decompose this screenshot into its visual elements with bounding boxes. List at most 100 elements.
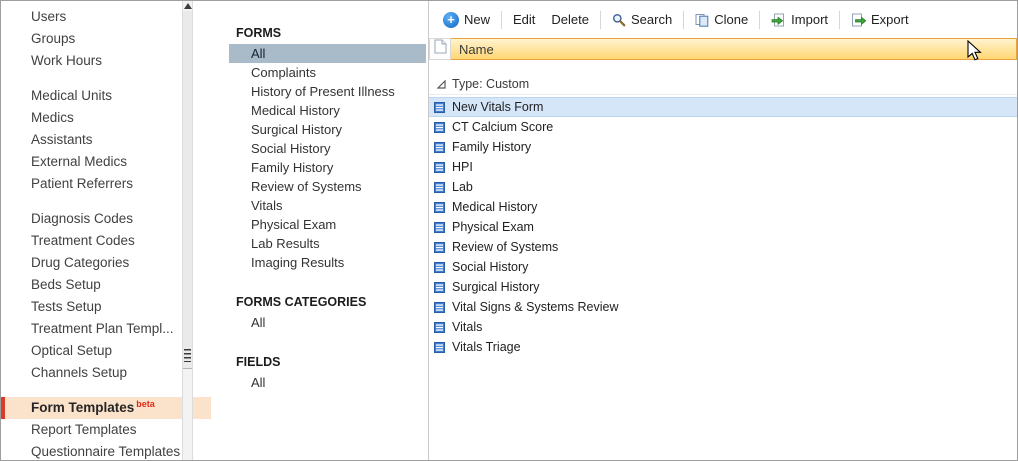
search-button[interactable]: Search (604, 9, 680, 30)
toolbar-separator (683, 11, 684, 29)
form-icon (434, 262, 445, 273)
toolbar-button-label: New (464, 12, 490, 27)
name-column-header[interactable]: Name (451, 38, 1017, 60)
sidebar-item-label: Medics (31, 110, 74, 125)
filter-item-forms-complaints[interactable]: Complaints (229, 63, 426, 82)
sidebar-item-beds-setup[interactable]: Beds Setup (1, 274, 211, 296)
group-expand-icon (437, 80, 446, 89)
filter-item-fields-all[interactable]: All (229, 373, 426, 392)
form-icon (434, 242, 445, 253)
sidebar-item-label: Groups (31, 31, 75, 46)
sidebar-group: Medical Units Medics AssistantsExternal Me… (1, 85, 211, 195)
filters-panel: FORMSAllComplaintsHistory of Present Ill… (211, 1, 429, 460)
filter-item-forms-history-of-present-illness[interactable]: History of Present Illness (229, 82, 426, 101)
table-row[interactable]: Lab (429, 177, 1017, 197)
filter-item-forms-review-of-systems[interactable]: Review of Systems (229, 177, 426, 196)
sidebar-item-label: Diagnosis Codes (31, 211, 133, 226)
row-icon-column-header[interactable] (429, 38, 451, 60)
filter-section-title: FORMS CATEGORIES (229, 294, 428, 310)
row-label: Vitals Triage (452, 340, 521, 354)
table-row[interactable]: Vital Signs & Systems Review (429, 297, 1017, 317)
import-button[interactable]: Import (763, 9, 836, 30)
table-row[interactable]: Medical History (429, 197, 1017, 217)
sidebar-item-label: Users (31, 9, 66, 24)
sidebar-item-medical-units[interactable]: Medical Units (1, 85, 211, 107)
table-row[interactable]: Vitals (429, 317, 1017, 337)
toolbar-button-label: Delete (551, 12, 589, 27)
clone-button[interactable]: Clone (687, 9, 756, 30)
row-label: Physical Exam (452, 220, 534, 234)
sidebar-item-channels-setup[interactable]: Channels Setup (1, 362, 211, 384)
sidebar-item-label: Optical Setup (31, 343, 112, 358)
table-row[interactable]: New Vitals Form (429, 97, 1017, 117)
sidebar-nav: Users Groups Work Hours Medical Units Medics… (1, 6, 211, 461)
sidebar-item-users[interactable]: Users (1, 6, 211, 28)
table-row[interactable]: Review of Systems (429, 237, 1017, 257)
filter-item-forms-physical-exam[interactable]: Physical Exam (229, 215, 426, 234)
filter-item-forms-family-history[interactable]: Family History (229, 158, 426, 177)
delete-button[interactable]: Delete (543, 9, 597, 30)
filter-item-forms-surgical-history[interactable]: Surgical History (229, 120, 426, 139)
filter-item-forms-vitals[interactable]: Vitals (229, 196, 426, 215)
form-icon (434, 182, 445, 193)
export-button[interactable]: Export (843, 9, 917, 30)
toolbar-separator (839, 11, 840, 29)
row-label: Lab (452, 180, 473, 194)
sidebar-item-treatment-codes[interactable]: Treatment Codes (1, 230, 211, 252)
sidebar-item-label: Beds Setup (31, 277, 101, 292)
table-row[interactable]: Vitals Triage (429, 337, 1017, 357)
sidebar-scrollbar[interactable] (182, 1, 193, 460)
sidebar-item-treatment-plan-templ[interactable]: Treatment Plan Templ... (1, 318, 211, 340)
form-icon (434, 142, 445, 153)
sidebar-item-label: Patient Referrers (31, 176, 133, 191)
filter-item-forms-categories-all[interactable]: All (229, 313, 426, 332)
sidebar-item-label: Report Templates (31, 422, 137, 437)
sidebar-item-label: Work Hours (31, 53, 102, 68)
sidebar-item-groups[interactable]: Groups (1, 28, 211, 50)
scrollbar-thumb[interactable] (183, 11, 192, 369)
table-row[interactable]: CT Calcium Score (429, 117, 1017, 137)
group-header-type-custom[interactable]: Type: Custom (429, 74, 1017, 95)
filter-section-fields: FIELDSAll (229, 354, 428, 392)
grid-filter-row: Name (429, 38, 1017, 60)
table-row[interactable]: Family History (429, 137, 1017, 157)
form-icon (434, 322, 445, 333)
sidebar-item-label: Form Templates (31, 400, 134, 415)
table-row[interactable]: HPI (429, 157, 1017, 177)
filter-item-forms-social-history[interactable]: Social History (229, 139, 426, 158)
row-label: Family History (452, 140, 531, 154)
sidebar-group: Form Templatesbeta Report Templates Questi… (1, 397, 211, 461)
toolbar-button-label: Edit (513, 12, 535, 27)
sidebar-item-drug-categories[interactable]: Drug Categories (1, 252, 211, 274)
form-icon (434, 162, 445, 173)
toolbar-separator (600, 11, 601, 29)
filter-item-forms-lab-results[interactable]: Lab Results (229, 234, 426, 253)
scroll-up-arrow-icon[interactable] (184, 3, 192, 9)
sidebar-item-questionnaire-templates[interactable]: Questionnaire Templates (1, 441, 211, 461)
toolbar-button-label: Clone (714, 12, 748, 27)
edit-button[interactable]: Edit (505, 9, 543, 30)
sidebar-item-assistants[interactable]: Assistants (1, 129, 211, 151)
sidebar-item-label: Questionnaire Templates (31, 444, 180, 459)
group-header-label: Type: Custom (452, 77, 529, 91)
sidebar-item-form-templates[interactable]: Form Templatesbeta (1, 397, 211, 419)
filter-item-forms-all[interactable]: All (229, 44, 426, 63)
sidebar-item-report-templates[interactable]: Report Templates (1, 419, 211, 441)
table-row[interactable]: Surgical History (429, 277, 1017, 297)
new-button[interactable]: +New (435, 9, 498, 31)
sidebar-item-optical-setup[interactable]: Optical Setup (1, 340, 211, 362)
filter-item-forms-imaging-results[interactable]: Imaging Results (229, 253, 426, 272)
toolbar-separator (501, 11, 502, 29)
table-row[interactable]: Physical Exam (429, 217, 1017, 237)
table-row[interactable]: Social History (429, 257, 1017, 277)
sidebar-item-work-hours[interactable]: Work Hours (1, 50, 211, 72)
sidebar-item-external-medics[interactable]: External Medics (1, 151, 211, 173)
sidebar-item-tests-setup[interactable]: Tests Setup (1, 296, 211, 318)
sidebar-item-label: Drug Categories (31, 255, 129, 270)
sidebar-item-diagnosis-codes[interactable]: Diagnosis Codes (1, 208, 211, 230)
sidebar-item-medics[interactable]: Medics (1, 107, 211, 129)
filter-item-forms-medical-history[interactable]: Medical History (229, 101, 426, 120)
grid-rows: New Vitals FormCT Calcium Score Family Hi… (429, 97, 1017, 357)
sidebar-group: Users Groups Work Hours (1, 6, 211, 72)
sidebar-item-patient-referrers[interactable]: Patient Referrers (1, 173, 211, 195)
